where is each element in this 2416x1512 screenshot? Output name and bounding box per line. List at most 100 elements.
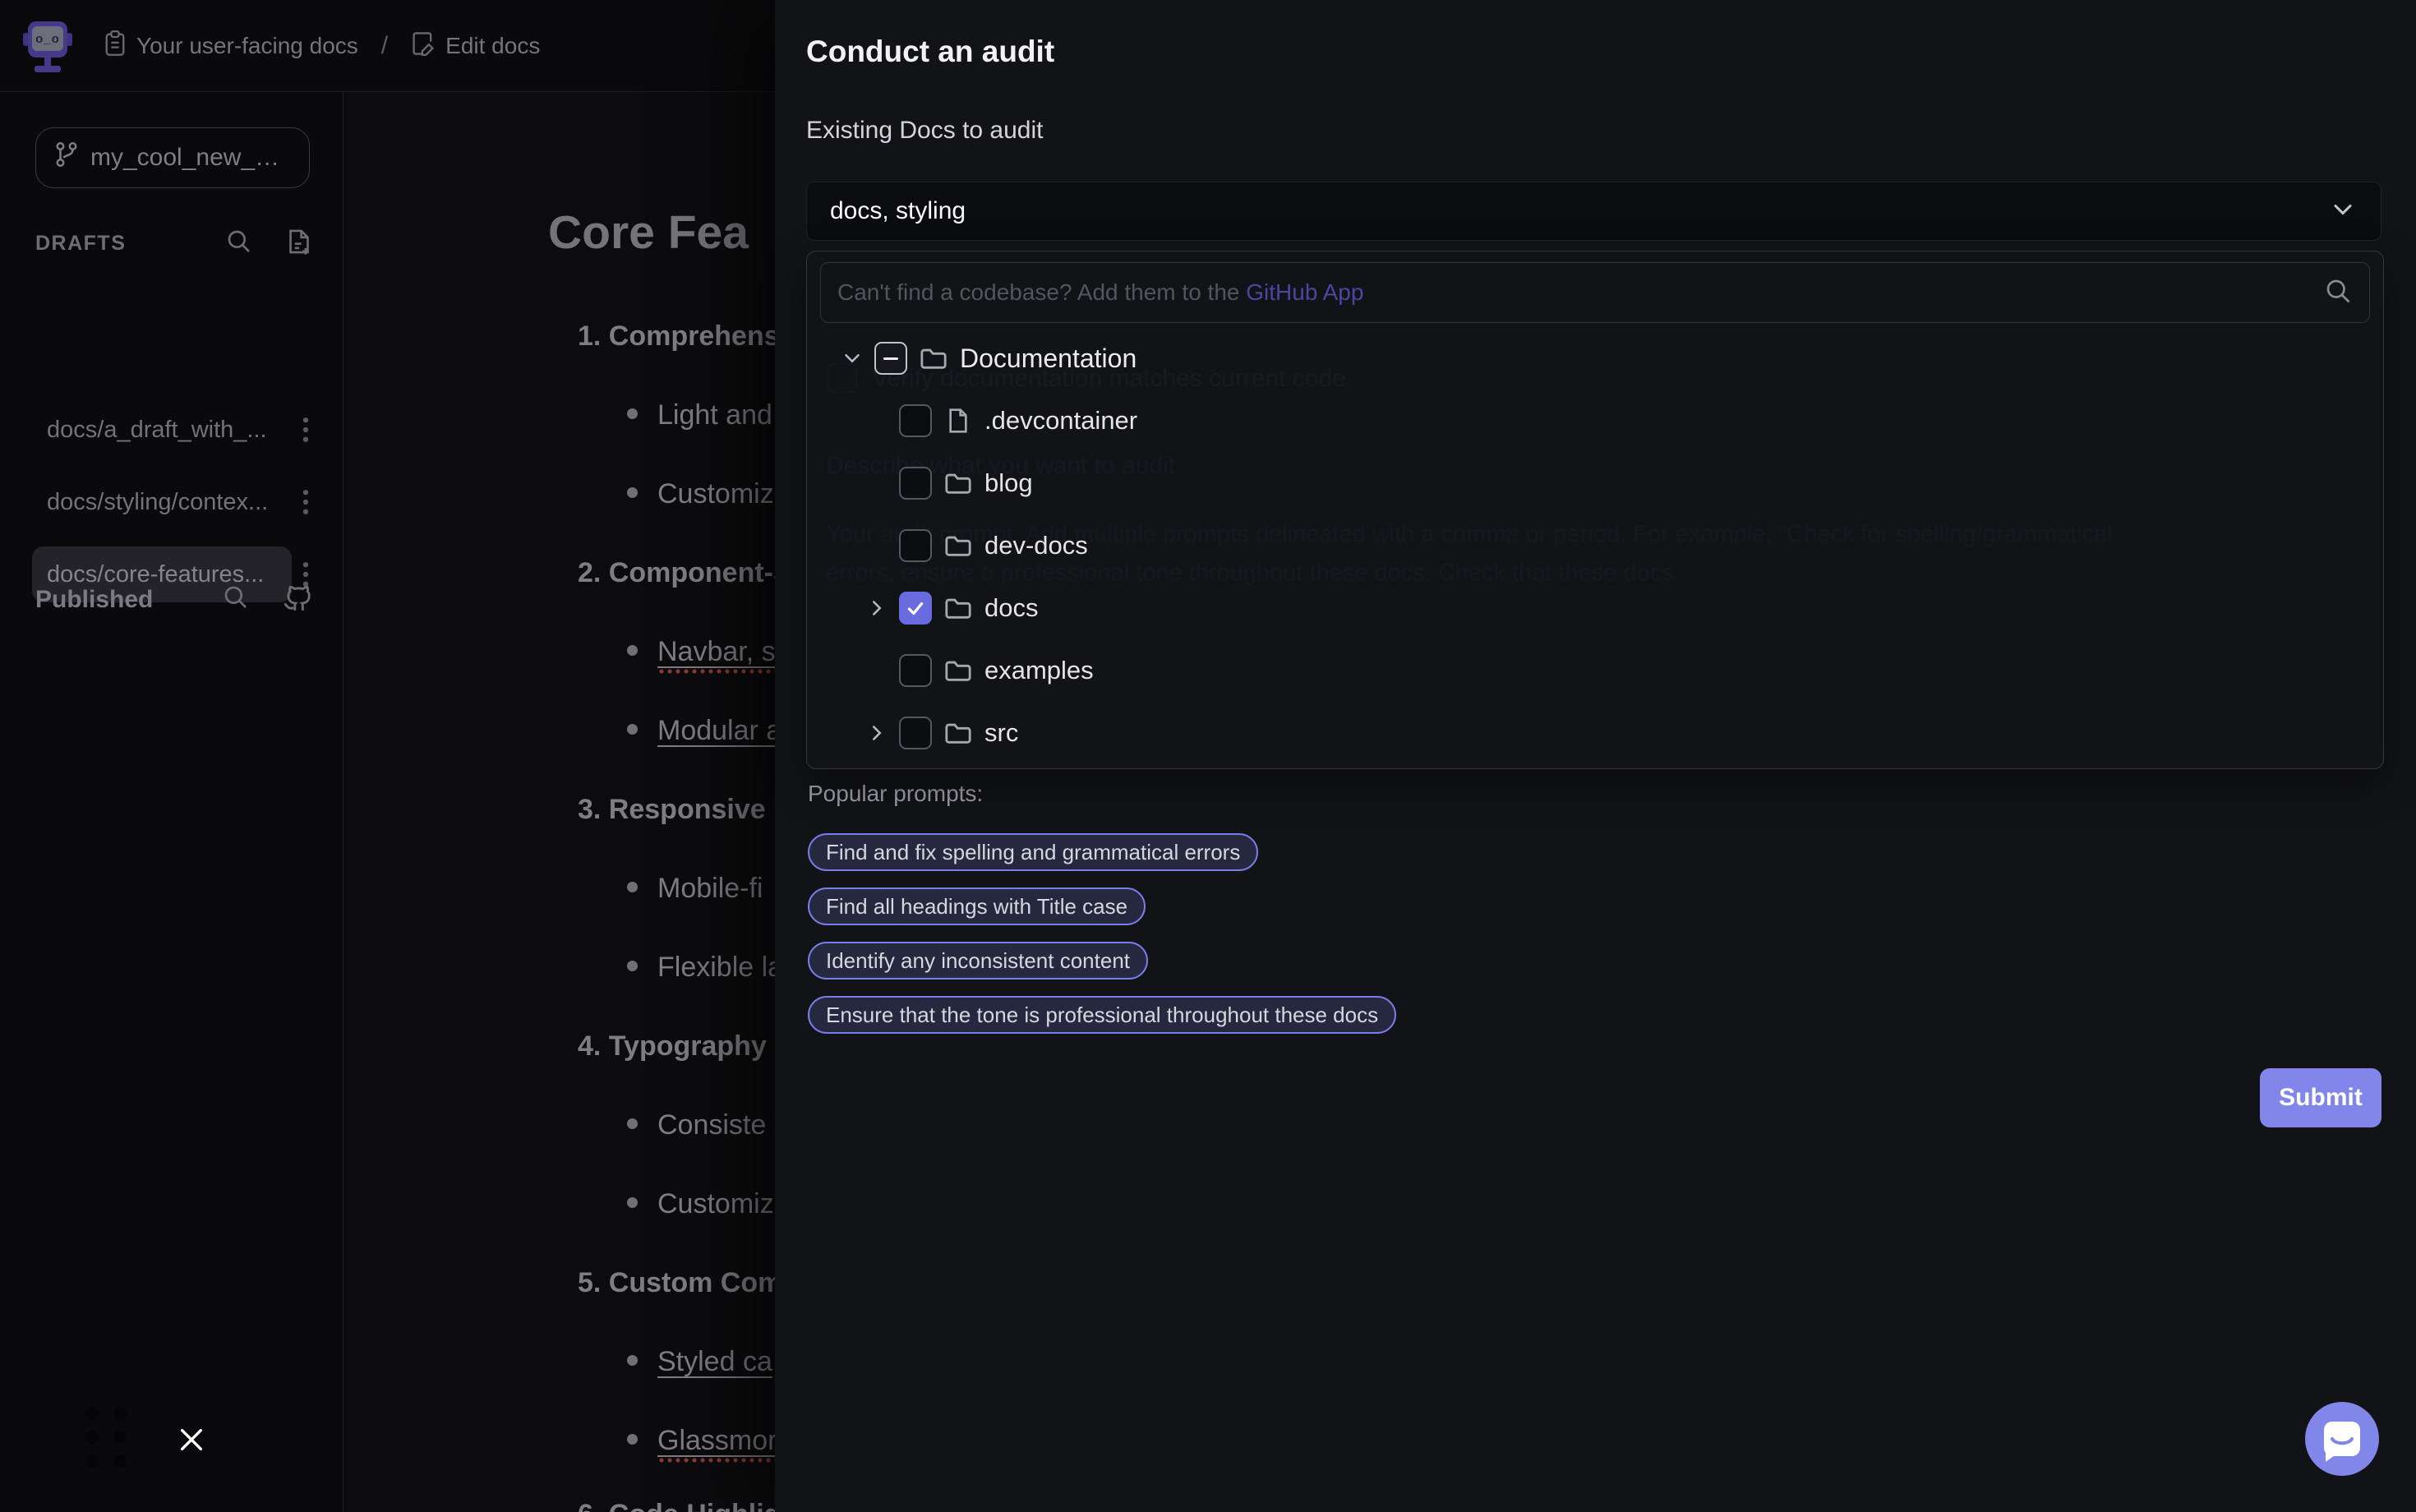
checkbox-unchecked[interactable]	[899, 404, 932, 437]
doc-text: 1. Comprehensi	[578, 320, 787, 352]
chevron-right-icon[interactable]	[863, 719, 891, 747]
bullet-dot	[627, 1118, 638, 1129]
file-icon	[943, 406, 973, 436]
folder-icon	[943, 531, 973, 560]
drafts-header: DRAFTS	[35, 228, 313, 260]
popular-prompt-pill[interactable]: Ensure that the tone is professional thr…	[808, 996, 1396, 1034]
bullet-dot	[627, 961, 638, 971]
doc-text: Consiste	[657, 1109, 766, 1141]
search-published-icon[interactable]	[223, 584, 249, 615]
tree-row-dev-docs[interactable]: dev-docs	[807, 514, 2383, 577]
doc-text: Customiz	[657, 1188, 774, 1219]
submit-button[interactable]: Submit	[2260, 1068, 2381, 1127]
tree-row-blog[interactable]: blog	[807, 452, 2383, 514]
modal-title: Conduct an audit	[806, 35, 1054, 69]
tree-node-label: docs	[984, 593, 1038, 623]
folder-icon	[943, 593, 973, 623]
clipboard-icon	[104, 30, 127, 62]
bullet-dot	[627, 1434, 638, 1445]
branch-selector-button[interactable]: my_cool_new_dra...	[35, 127, 310, 188]
app-screen: o_o Your user-facing docs / Edit docs	[0, 0, 2416, 1512]
git-branch-icon	[54, 141, 79, 175]
bullet-dot	[627, 882, 638, 892]
new-draft-icon[interactable]	[285, 228, 313, 260]
doc-link[interactable]: Glassmor	[657, 1425, 777, 1464]
tree-row--devcontainer[interactable]: .devcontainer	[807, 390, 2383, 452]
doc-text: 2. Component-S	[578, 557, 792, 588]
breadcrumb-your-docs[interactable]: Your user-facing docs	[104, 30, 358, 62]
tree-row-src[interactable]: src	[807, 702, 2383, 764]
chevron-placeholder	[863, 657, 891, 685]
doc-text: Customiz	[657, 478, 774, 509]
doc-link[interactable]: Modular a	[657, 715, 782, 746]
doc-link[interactable]: Styled ca	[657, 1346, 772, 1377]
popular-prompt-pill[interactable]: Find all headings with Title case	[808, 887, 1146, 925]
document-title: Core Fea	[548, 205, 749, 260]
checkbox-indeterminate[interactable]	[874, 342, 907, 375]
doc-text: Flexible la	[657, 952, 783, 983]
codebase-dropdown: Can't find a codebase? Add them to the G…	[806, 251, 2384, 769]
sidebar-draft-item[interactable]: docs/styling/contex...	[32, 474, 292, 530]
checkbox-unchecked[interactable]	[899, 717, 932, 749]
tree-node-label: dev-docs	[984, 531, 1088, 560]
tree-node-label: .devcontainer	[984, 406, 1137, 436]
kebab-menu-icon[interactable]	[289, 402, 322, 458]
chevron-placeholder	[863, 469, 891, 497]
doc-link[interactable]: Navbar, s	[657, 636, 776, 675]
drag-handle-dots-icon[interactable]	[85, 1407, 128, 1469]
doc-bullet-item: Light and	[627, 399, 772, 431]
codebase-tree: Documentation .devcontainer blog dev-docs do…	[807, 327, 2383, 764]
tree-row-examples[interactable]: examples	[807, 639, 2383, 702]
doc-text: 4. Typography S	[578, 1030, 793, 1062]
tree-row-documentation[interactable]: Documentation	[807, 327, 2383, 390]
doc-text: Mobile-fi	[657, 873, 763, 904]
bullet-dot	[627, 408, 638, 419]
chevron-right-icon[interactable]	[863, 594, 891, 622]
checkbox-unchecked[interactable]	[899, 467, 932, 500]
sidebar: my_cool_new_dra... DRAFTS docs/a_draft_w…	[0, 92, 343, 1512]
tree-node-label: blog	[984, 468, 1033, 498]
folder-icon	[943, 468, 973, 498]
github-app-link[interactable]: GitHub App	[1246, 279, 1363, 305]
bullet-dot	[627, 724, 638, 735]
chevron-placeholder	[863, 532, 891, 560]
popular-prompt-pill[interactable]: Identify any inconsistent content	[808, 942, 1148, 980]
existing-docs-label: Existing Docs to audit	[806, 117, 1043, 145]
close-widget-icon[interactable]	[175, 1423, 208, 1456]
doc-numbered-item: 6. Code Highlig	[578, 1499, 781, 1512]
chevron-down-icon[interactable]	[838, 344, 866, 372]
chat-bubble-button[interactable]	[2305, 1402, 2379, 1476]
popular-prompts-list: Find and fix spelling and grammatical er…	[808, 833, 1396, 1034]
breadcrumb-label: Your user-facing docs	[136, 33, 358, 59]
chat-bubble-icon	[2324, 1422, 2360, 1456]
popular-prompt-pill[interactable]: Find and fix spelling and grammatical er…	[808, 833, 1258, 871]
checkbox-unchecked[interactable]	[899, 654, 932, 687]
breadcrumb-label: Edit docs	[445, 33, 540, 59]
docs-select[interactable]: docs, styling	[806, 182, 2381, 241]
tree-node-label: examples	[984, 656, 1094, 685]
chevron-placeholder	[863, 407, 891, 435]
search-drafts-icon[interactable]	[226, 228, 252, 259]
doc-numbered-item: 1. Comprehensi	[578, 320, 787, 353]
sidebar-draft-item[interactable]: docs/a_draft_with_...	[32, 402, 292, 458]
github-icon[interactable]	[282, 582, 313, 617]
codebase-search-input[interactable]: Can't find a codebase? Add them to the G…	[820, 262, 2370, 323]
doc-bullet-item: Customiz	[627, 478, 774, 510]
search-placeholder: Can't find a codebase? Add them to the G…	[837, 279, 1363, 306]
doc-numbered-item: 5. Custom Comp	[578, 1267, 800, 1299]
doc-bullet-item: Modular a	[627, 715, 782, 747]
checkbox-checked[interactable]	[899, 592, 932, 625]
tree-node-label: src	[984, 718, 1018, 748]
drafts-heading: DRAFTS	[35, 232, 126, 256]
breadcrumb-separator: /	[378, 32, 391, 60]
doc-bullet-item: Navbar, s	[627, 636, 776, 668]
kebab-menu-icon[interactable]	[289, 474, 322, 530]
doc-text: Light and	[657, 399, 772, 431]
folder-icon	[943, 718, 973, 748]
folder-icon	[943, 656, 973, 685]
edit-docs-icon	[411, 30, 436, 62]
breadcrumb-edit-docs[interactable]: Edit docs	[411, 30, 540, 62]
tree-row-docs[interactable]: docs	[807, 577, 2383, 639]
checkbox-unchecked[interactable]	[899, 529, 932, 562]
doc-bullet-item: Flexible la	[627, 952, 783, 984]
